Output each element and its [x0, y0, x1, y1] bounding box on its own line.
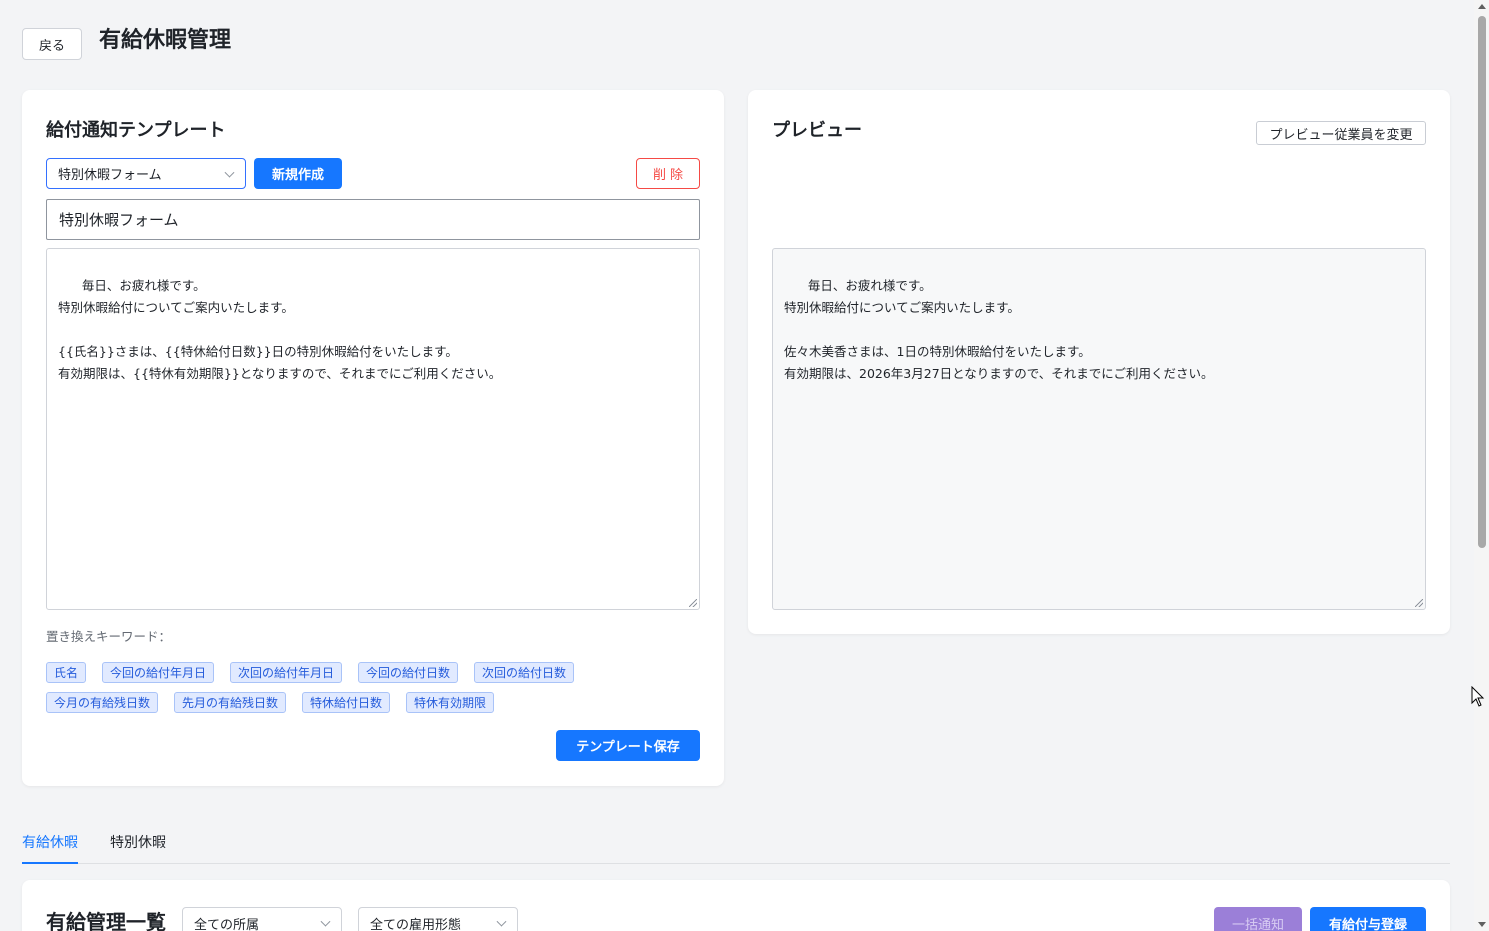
scroll-thumb[interactable] — [1478, 16, 1486, 548]
page-title: 有給休暇管理 — [99, 28, 232, 53]
keyword-tag[interactable]: 次回の給付日数 — [474, 662, 575, 683]
back-button[interactable]: 戻る — [22, 28, 82, 60]
scroll-up-icon[interactable] — [1478, 4, 1486, 9]
template-body-text: 毎日、お疲れ様です。 特別休暇給付についてご案内いたします。 {{氏名}}さまは… — [58, 278, 502, 381]
keyword-tag[interactable]: 氏名 — [46, 662, 87, 683]
resize-grip-icon[interactable] — [689, 599, 697, 607]
employment-type-filter-select[interactable]: 全ての雇用形態 — [358, 907, 518, 931]
template-body-textarea[interactable]: 毎日、お疲れ様です。 特別休暇給付についてご案内いたします。 {{氏名}}さまは… — [46, 248, 700, 610]
change-preview-employee-button[interactable]: プレビュー従業員を変更 — [1256, 121, 1426, 145]
scroll-down-icon[interactable] — [1478, 922, 1486, 927]
employment-type-filter-value: 全ての雇用形態 — [370, 917, 462, 931]
template-name-input[interactable]: 特別休暇フォーム — [46, 199, 700, 240]
tab-special-leave[interactable]: 特別休暇 — [110, 832, 166, 852]
resize-grip-icon[interactable] — [1415, 599, 1423, 607]
register-paid-leave-button[interactable]: 有給付与登録 — [1310, 907, 1426, 931]
template-select[interactable]: 特別休暇フォーム — [46, 158, 246, 189]
keyword-tag[interactable]: 特休有効期限 — [406, 692, 495, 713]
page-scrollbar[interactable] — [1474, 0, 1489, 931]
chevron-down-icon — [496, 916, 507, 927]
page: 戻る 有給休暇管理 給付通知テンプレート 特別休暇フォーム 新規作成 削除 特別… — [0, 0, 1489, 931]
keyword-tag[interactable]: 今回の給付日数 — [358, 662, 459, 683]
delete-template-button[interactable]: 削除 — [636, 158, 700, 189]
leave-list-title: 有給管理一覧 — [46, 910, 166, 931]
leave-list-card: 有給管理一覧 全ての所属 全ての雇用形態 一括通知 有給付与登録 — [22, 880, 1450, 931]
tab-paid-leave[interactable]: 有給休暇 — [22, 832, 78, 852]
keyword-tag[interactable]: 今回の給付年月日 — [102, 662, 215, 683]
preview-textarea: 毎日、お疲れ様です。 特別休暇給付についてご案内いたします。 佐々木美香さまは、… — [772, 248, 1426, 610]
keyword-tag[interactable]: 先月の有給残日数 — [174, 692, 287, 713]
mouse-cursor-icon — [1471, 686, 1485, 707]
template-card-title: 給付通知テンプレート — [46, 120, 226, 141]
preview-body-text: 毎日、お疲れ様です。 特別休暇給付についてご案内いたします。 佐々木美香さまは、… — [784, 278, 1214, 381]
department-filter-select[interactable]: 全ての所属 — [182, 907, 342, 931]
department-filter-value: 全ての所属 — [194, 917, 260, 931]
preview-card-title: プレビュー — [772, 120, 862, 141]
new-template-button[interactable]: 新規作成 — [254, 158, 342, 189]
keywords-label: 置き換えキーワード： — [46, 629, 172, 644]
save-template-button[interactable]: テンプレート保存 — [556, 730, 700, 761]
tab-label: 有給休暇 — [22, 835, 78, 851]
keyword-tag[interactable]: 今月の有給残日数 — [46, 692, 159, 713]
tab-label: 特別休暇 — [110, 835, 166, 851]
keyword-tag[interactable]: 特休給付日数 — [302, 692, 391, 713]
template-card: 給付通知テンプレート 特別休暇フォーム 新規作成 削除 特別休暇フォーム 毎日、… — [22, 90, 724, 786]
preview-card: プレビュー プレビュー従業員を変更 毎日、お疲れ様です。 特別休暇給付についてご… — [748, 90, 1450, 634]
keyword-tag[interactable]: 次回の給付年月日 — [230, 662, 343, 683]
chevron-down-icon — [320, 916, 331, 927]
active-tab-underline — [22, 862, 78, 864]
leave-type-tabs: 有給休暇 特別休暇 — [22, 826, 1450, 864]
template-select-value: 特別休暇フォーム — [58, 168, 162, 183]
bulk-notify-button[interactable]: 一括通知 — [1214, 907, 1302, 931]
chevron-down-icon — [224, 167, 235, 178]
